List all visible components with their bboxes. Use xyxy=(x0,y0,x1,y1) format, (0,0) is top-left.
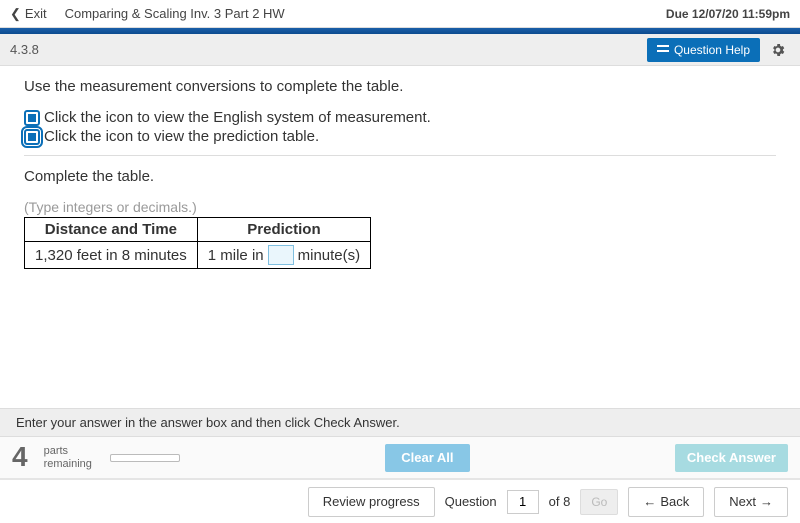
prediction-prefix: 1 mile in xyxy=(208,247,264,264)
divider xyxy=(24,155,776,156)
input-hint: (Type integers or decimals.) xyxy=(24,199,776,215)
check-answer-button[interactable]: Check Answer xyxy=(675,444,788,472)
actions-bar: 4 parts remaining Clear All Check Answer xyxy=(0,437,800,479)
go-button[interactable]: Go xyxy=(580,489,618,515)
back-label: Back xyxy=(660,494,689,509)
view-icon-english-system[interactable] xyxy=(24,110,40,126)
arrow-right-icon: → xyxy=(760,494,773,509)
next-label: Next xyxy=(729,494,756,509)
parts-label-top: parts xyxy=(44,445,92,457)
gear-icon xyxy=(770,42,786,58)
back-button[interactable]: ← Back xyxy=(628,487,704,517)
prompt-text: Use the measurement conversions to compl… xyxy=(24,78,776,95)
settings-button[interactable] xyxy=(766,38,790,62)
resource-link-1-text: Click the icon to view the English syste… xyxy=(44,109,431,126)
next-button[interactable]: Next → xyxy=(714,487,788,517)
view-icon-prediction-table[interactable] xyxy=(24,129,40,145)
table-row: 1,320 feet in 8 minutes 1 mile in minute… xyxy=(25,242,371,269)
list-icon xyxy=(657,45,669,55)
question-total: of 8 xyxy=(549,494,571,509)
question-number: 4.3.8 xyxy=(10,42,39,57)
parts-progress-bar xyxy=(110,454,180,462)
table-header-row: Distance and Time Prediction xyxy=(25,218,371,242)
resource-link-1: Click the icon to view the English syste… xyxy=(24,109,776,126)
question-help-label: Question Help xyxy=(674,43,750,57)
arrow-left-icon: ← xyxy=(643,494,656,509)
question-label: Question xyxy=(445,494,497,509)
prediction-suffix: minute(s) xyxy=(298,247,361,264)
question-content: Use the measurement conversions to compl… xyxy=(0,66,800,408)
parts-remaining-count: 4 xyxy=(12,446,28,468)
chevron-left-icon: ❮ xyxy=(10,6,21,22)
cell-distance-time: 1,320 feet in 8 minutes xyxy=(25,242,198,269)
review-progress-button[interactable]: Review progress xyxy=(308,487,435,517)
top-bar: ❮ Exit Comparing & Scaling Inv. 3 Part 2… xyxy=(0,0,800,28)
question-help-button[interactable]: Question Help xyxy=(647,38,760,62)
prediction-table: Distance and Time Prediction 1,320 feet … xyxy=(24,217,371,269)
cell-prediction: 1 mile in minute(s) xyxy=(197,242,370,269)
complete-prompt: Complete the table. xyxy=(24,168,776,185)
resource-link-2: Click the icon to view the prediction ta… xyxy=(24,128,776,145)
resource-link-2-text: Click the icon to view the prediction ta… xyxy=(44,128,319,145)
nav-bar: Review progress Question of 8 Go ← Back … xyxy=(0,479,800,523)
instruction-bar: Enter your answer in the answer box and … xyxy=(0,408,800,437)
header-distance-time: Distance and Time xyxy=(25,218,198,242)
clear-all-button[interactable]: Clear All xyxy=(385,444,469,472)
answer-input[interactable] xyxy=(268,245,294,265)
assignment-title: Comparing & Scaling Inv. 3 Part 2 HW xyxy=(65,6,285,21)
exit-label: Exit xyxy=(25,6,47,21)
parts-label-bottom: remaining xyxy=(44,458,92,470)
parts-remaining-label: parts remaining xyxy=(44,445,92,469)
due-date: Due 12/07/20 11:59pm xyxy=(666,7,790,21)
square-icon xyxy=(28,133,36,141)
header-prediction: Prediction xyxy=(197,218,370,242)
square-icon xyxy=(28,114,36,122)
question-number-input[interactable] xyxy=(507,490,539,514)
exit-link[interactable]: ❮ Exit xyxy=(10,6,47,22)
question-header: 4.3.8 Question Help xyxy=(0,34,800,66)
